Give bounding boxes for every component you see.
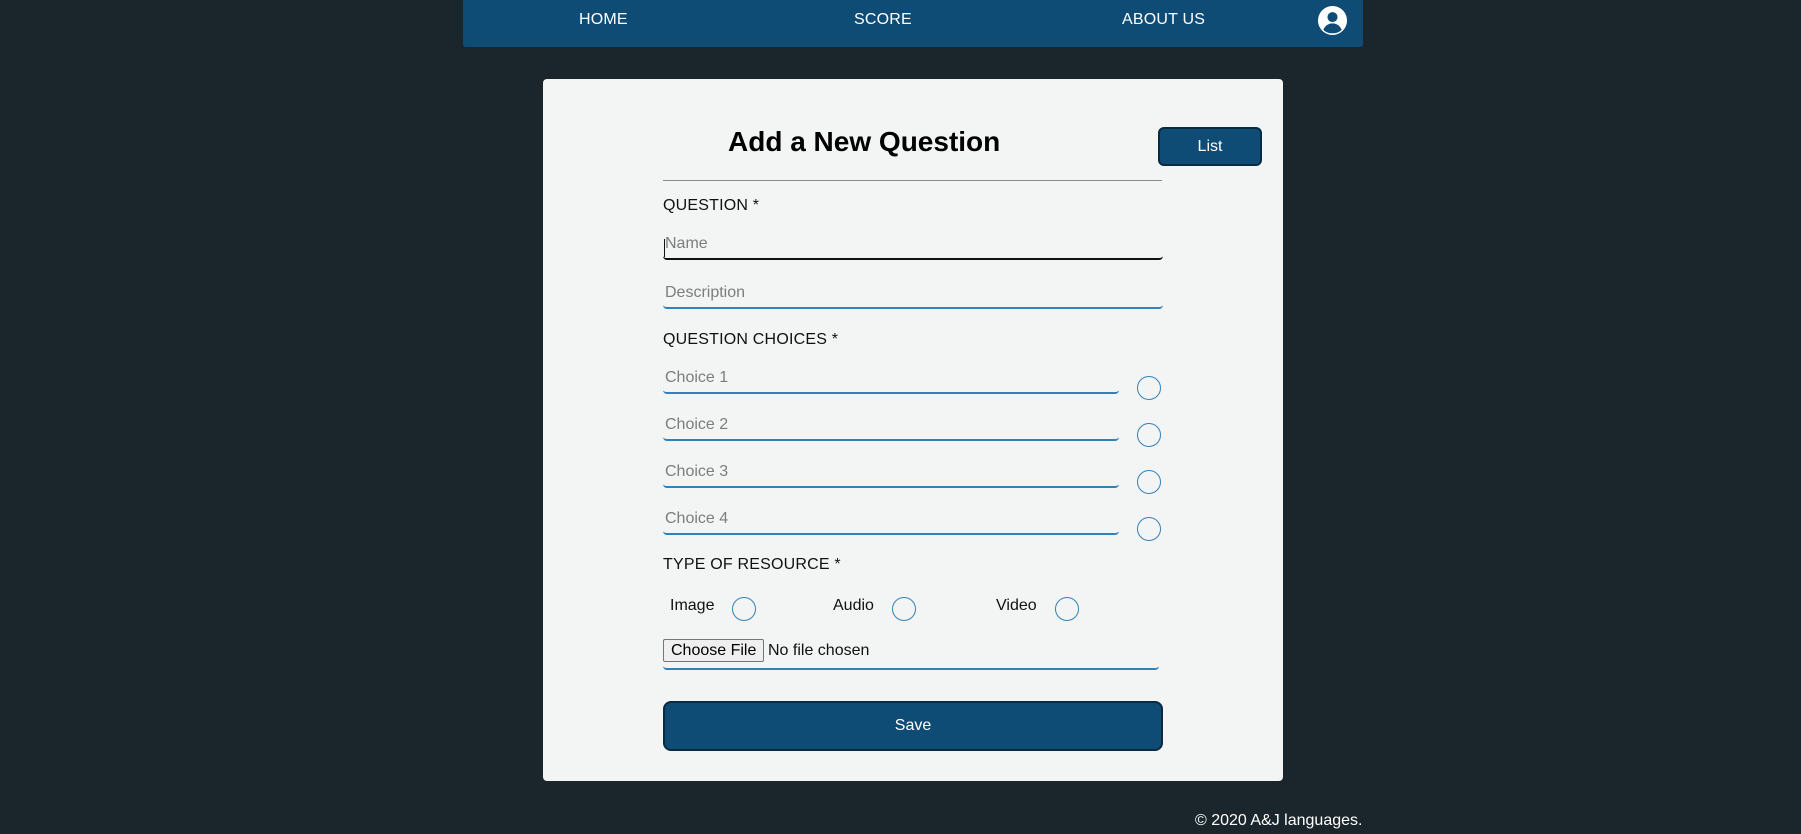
nav-link-about-us[interactable]: ABOUT US bbox=[1122, 10, 1205, 30]
question-name-input[interactable] bbox=[663, 230, 1163, 260]
question-section-label: QUESTION * bbox=[663, 197, 760, 214]
choice-4-input[interactable] bbox=[663, 505, 1119, 535]
choice-3-input[interactable] bbox=[663, 458, 1119, 488]
list-button[interactable]: List bbox=[1158, 127, 1262, 166]
file-upload-field: Choose File No file chosen bbox=[663, 639, 1159, 670]
choice-3-correct-radio[interactable] bbox=[1137, 470, 1161, 494]
resource-image-label: Image bbox=[670, 597, 715, 614]
choice-4-correct-radio[interactable] bbox=[1137, 517, 1161, 541]
resource-audio-label: Audio bbox=[833, 597, 874, 614]
nav-link-home[interactable]: HOME bbox=[579, 10, 628, 30]
resource-section-label: TYPE OF RESOURCE * bbox=[663, 556, 841, 573]
nav-link-score[interactable]: SCORE bbox=[854, 10, 912, 30]
text-cursor bbox=[664, 239, 665, 257]
choice-1-correct-radio[interactable] bbox=[1137, 376, 1161, 400]
save-button[interactable]: Save bbox=[663, 701, 1163, 751]
choose-file-button[interactable]: Choose File bbox=[663, 639, 765, 662]
resource-image-radio[interactable] bbox=[732, 597, 756, 621]
question-description-input[interactable] bbox=[663, 279, 1163, 309]
page-title: Add a New Question bbox=[728, 126, 1001, 157]
user-circle-icon[interactable] bbox=[1317, 5, 1348, 36]
choices-section-label: QUESTION CHOICES * bbox=[663, 331, 839, 348]
choice-1-input[interactable] bbox=[663, 364, 1119, 394]
choice-2-input[interactable] bbox=[663, 411, 1119, 441]
file-status-text: No file chosen bbox=[768, 642, 870, 659]
footer-copyright: © 2020 A&J languages. bbox=[1195, 812, 1363, 829]
title-divider bbox=[663, 180, 1162, 181]
resource-video-label: Video bbox=[996, 597, 1037, 614]
resource-audio-radio[interactable] bbox=[892, 597, 916, 621]
resource-video-radio[interactable] bbox=[1055, 597, 1079, 621]
add-question-card: Add a New Question List QUESTION * QUEST… bbox=[543, 79, 1283, 781]
top-navbar: HOME SCORE ABOUT US bbox=[463, 0, 1363, 47]
choice-2-correct-radio[interactable] bbox=[1137, 423, 1161, 447]
